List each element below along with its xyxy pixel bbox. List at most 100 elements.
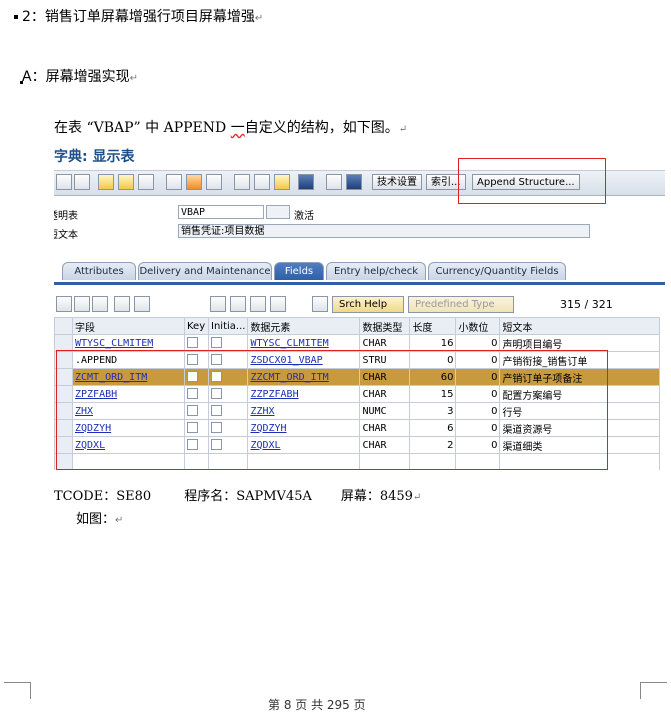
figure-note-text: 如图： [76,512,116,527]
tech-settings-button[interactable]: 技术设置 [372,174,422,190]
heading-text: 2：销售订单屏幕增强行项目屏幕增强 [22,9,255,25]
insert-row-icon[interactable] [114,296,130,312]
data-element-cell[interactable]: WTYSC_CLMITEM [247,334,361,352]
short-desc-label: 短文本 [54,230,78,241]
page-number: 第 8 页 共 295 页 [268,698,366,712]
fields-toolbar: Srch Help Predefined Type 315 / 321 [54,296,665,316]
tab-strip: Attributes Delivery and Maintenance Fiel… [54,260,665,285]
decimals-cell-text: 0 [491,337,498,349]
paragraph-mark-icon: ↵ [254,13,264,24]
length-cell-text: 16 [440,337,454,349]
bullet-icon [20,81,23,84]
page-corner-mark [4,682,31,699]
sap-screenshot: 字典: 显示表 技术设置 索引... Append Structure... 透… [54,142,665,470]
object-list-icon[interactable] [234,174,250,190]
window-icon[interactable] [274,174,290,190]
srch-help-button[interactable]: Srch Help [332,296,404,313]
tcode-line: TCODE：SE80 程序名：SAPMV45A 屏幕：8459↵ [54,485,421,504]
tab-fields[interactable]: Fields [274,262,324,280]
row-selector[interactable] [54,334,73,352]
table-header-row: 字段 Key Initia... 数据元素 数据类型 长度 小数位 短文本 [54,317,661,335]
row-selector-header[interactable] [54,317,73,335]
data-element-cell-text[interactable]: WTYSC_CLMITEM [250,338,328,349]
column-header[interactable]: Initia... [207,317,249,335]
key-icon[interactable] [312,296,328,312]
field-name-cell[interactable]: WTYSC_CLMITEM [72,334,185,352]
short-desc-field: 销售凭证:项目数据 [178,224,590,238]
screen-text: 屏幕：8459 [340,489,413,504]
table-contents-icon[interactable] [346,174,362,190]
column-header[interactable]: 数据元素 [247,317,361,335]
find-icon[interactable] [230,296,246,312]
delete-row-icon[interactable] [134,296,150,312]
column-header[interactable]: 字段 [72,317,185,335]
append-highlight-box [458,158,606,204]
column-header[interactable]: Key [184,317,209,335]
paragraph-mark-icon: ↵ [115,515,124,526]
length-cell[interactable]: 16 [409,334,457,352]
find-next-icon[interactable] [250,296,266,312]
tab-delivery-maintenance[interactable]: Delivery and Maintenance [138,262,272,280]
initial-checkbox[interactable] [207,334,249,352]
paste-icon[interactable] [92,296,108,312]
paragraph-text-underlined: 一 [230,120,245,136]
pager-current: 315 [560,298,581,311]
pager: 315 / 321 [560,298,613,311]
data-type-cell-text: CHAR [362,337,387,349]
page-corner-mark [640,682,667,699]
table-name-field: VBAP [178,205,264,219]
column-header[interactable]: 短文本 [499,317,661,335]
description-cell-text: 声明项目编号 [502,339,563,351]
sort-icon[interactable] [270,296,286,312]
forward-icon[interactable] [74,174,90,190]
tab-currency-quantity[interactable]: Currency/Quantity Fields [428,262,566,280]
paragraph-mark-icon: ↵ [129,73,138,84]
custom-fields-highlight-box [56,350,608,470]
status-text: 激活 [294,211,314,222]
graphic-icon[interactable] [326,174,342,190]
hierarchy-icon[interactable] [206,174,222,190]
predefined-type-button[interactable]: Predefined Type [408,296,514,313]
column-header[interactable]: 小数位 [455,317,501,335]
change-display-icon[interactable] [118,174,134,190]
pager-total: 321 [591,298,613,311]
cut-icon[interactable] [56,296,72,312]
table-label: 透明表 [54,211,78,222]
bullet-icon [14,15,18,19]
field-name-cell-text[interactable]: WTYSC_CLMITEM [75,338,153,349]
filter-icon[interactable] [210,296,226,312]
table-row[interactable]: WTYSC_CLMITEM WTYSC_CLMITEM CHAR 16 0 声明项目编号 [54,334,661,352]
sap-title: 字典: 显示表 [54,149,135,165]
tcode-text: TCODE：SE80 [54,489,152,504]
paragraph-text-post: 自定义的结构，如下图。 [244,120,399,136]
where-used-icon[interactable] [186,174,202,190]
body-paragraph: 在表 “VBAP” 中 APPEND 一自定义的结构，如下图。↵ [54,117,407,137]
pager-separator: / [584,298,589,311]
paragraph-text-pre: 在表 “VBAP” 中 APPEND [54,120,231,136]
copy-icon[interactable] [74,296,90,312]
table-version-field [266,205,290,219]
tab-entry-help[interactable]: Entry help/check [326,262,426,280]
figure-note: 如图：↵ [76,508,123,527]
paragraph-mark-icon: ↵ [398,124,408,135]
decimals-cell[interactable]: 0 [455,334,501,352]
subheading-text: A：屏幕增强实现 [22,69,130,85]
column-header[interactable]: 长度 [409,317,457,335]
edit-icon[interactable] [98,174,114,190]
info-icon[interactable] [298,174,314,190]
checkbox[interactable] [211,337,222,349]
subheading: A：屏幕增强实现↵ [20,66,138,86]
data-type-cell[interactable]: CHAR [359,334,411,352]
activate-icon[interactable] [166,174,182,190]
column-header[interactable]: 数据类型 [359,317,411,335]
paragraph-mark-icon: ↵ [412,492,422,503]
checkbox[interactable] [187,337,198,349]
check-icon[interactable] [138,174,154,190]
section-heading: 2：销售订单屏幕增强行项目屏幕增强↵ [14,6,263,26]
program-text: 程序名：SAPMV45A [184,489,312,504]
back-icon[interactable] [56,174,72,190]
description-cell[interactable]: 声明项目编号 [499,334,661,352]
tab-attributes[interactable]: Attributes [62,262,136,280]
navigation-icon[interactable] [254,174,270,190]
key-checkbox[interactable] [184,334,209,352]
